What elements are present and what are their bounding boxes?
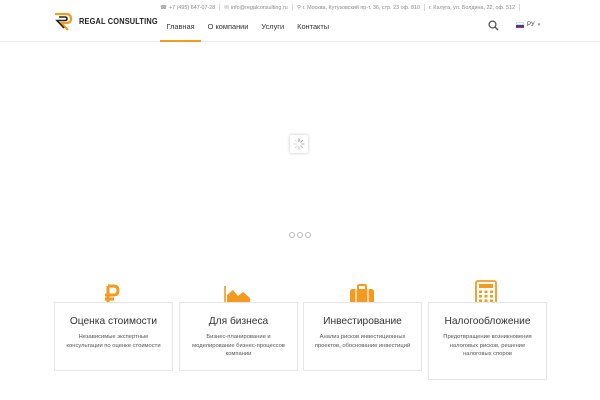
divider xyxy=(424,4,425,11)
mail-icon: ✉ xyxy=(224,4,229,11)
card-title: Инвестирование xyxy=(323,316,402,327)
card-description: Предотвращение возникновения налоговых р… xyxy=(443,334,532,357)
divider xyxy=(219,4,221,11)
card-description: Независимые экспертные консультации по о… xyxy=(66,334,161,349)
card-title: Налогообложение xyxy=(444,316,531,327)
contact-topbar: ☎ +7 (495) 647-07-28 ✉ info@regalconsult… xyxy=(160,3,524,12)
slider-dot[interactable] xyxy=(289,232,295,238)
logo-text: REGAL CONSULTING xyxy=(79,16,158,26)
card-description: Анализ рисков инвестиционных проектов, о… xyxy=(314,334,411,349)
card-title: Оценка стоимости xyxy=(69,316,158,327)
logo-mark-icon xyxy=(55,12,73,31)
nav-item-services[interactable]: Услуги xyxy=(255,13,291,42)
slider-pagination xyxy=(289,232,311,238)
phone-icon: ☎ xyxy=(160,4,167,11)
nav-item-about[interactable]: О компании xyxy=(201,13,255,42)
nav-item-contacts[interactable]: Контакты xyxy=(291,13,336,42)
slider-dot[interactable] xyxy=(305,232,311,238)
main-nav: Главная О компании Услуги Контакты xyxy=(160,13,336,42)
service-card-investment[interactable]: Инвестирование Анализ рисков инвестицион… xyxy=(303,302,422,371)
card-title: Для бизнеса xyxy=(208,316,269,327)
location-pin-icon: ⚲ xyxy=(296,4,301,11)
address-moscow: г. Москва, Кутузовский пр-т, 36, стр. 23… xyxy=(302,4,420,11)
slider-dot[interactable] xyxy=(297,232,303,238)
address-kaluga: г. Калуга, ул. Болдина, 22, оф. 512 xyxy=(429,4,515,11)
service-card-valuation[interactable]: Оценка стоимости Независимые экспертные … xyxy=(54,302,173,371)
nav-item-home[interactable]: Главная xyxy=(160,13,202,42)
search-icon[interactable] xyxy=(488,20,499,31)
language-label: РУ xyxy=(527,22,535,28)
phone-link[interactable]: +7 (495) 647-07-28 xyxy=(169,5,215,11)
spinner-icon xyxy=(290,135,308,153)
email-link[interactable]: info@regalconsulting.ru xyxy=(231,5,288,11)
russia-flag-icon xyxy=(516,22,524,28)
hero-slider xyxy=(0,43,600,253)
logo[interactable]: REGAL CONSULTING xyxy=(53,11,167,31)
site-header: REGAL CONSULTING ☎ +7 (495) 647-07-28 ✉ … xyxy=(0,0,600,42)
divider xyxy=(518,4,520,11)
service-card-taxation[interactable]: Налогообложение Предотвращение возникнов… xyxy=(428,302,547,380)
chevron-down-icon: ▾ xyxy=(537,22,541,28)
service-card-business[interactable]: Для бизнеса Бизнес-планирование и модели… xyxy=(179,302,298,371)
language-switcher[interactable]: РУ ▾ xyxy=(516,22,540,28)
card-description: Бизнес-планирование и моделирование бизн… xyxy=(192,334,285,357)
divider xyxy=(291,4,293,11)
